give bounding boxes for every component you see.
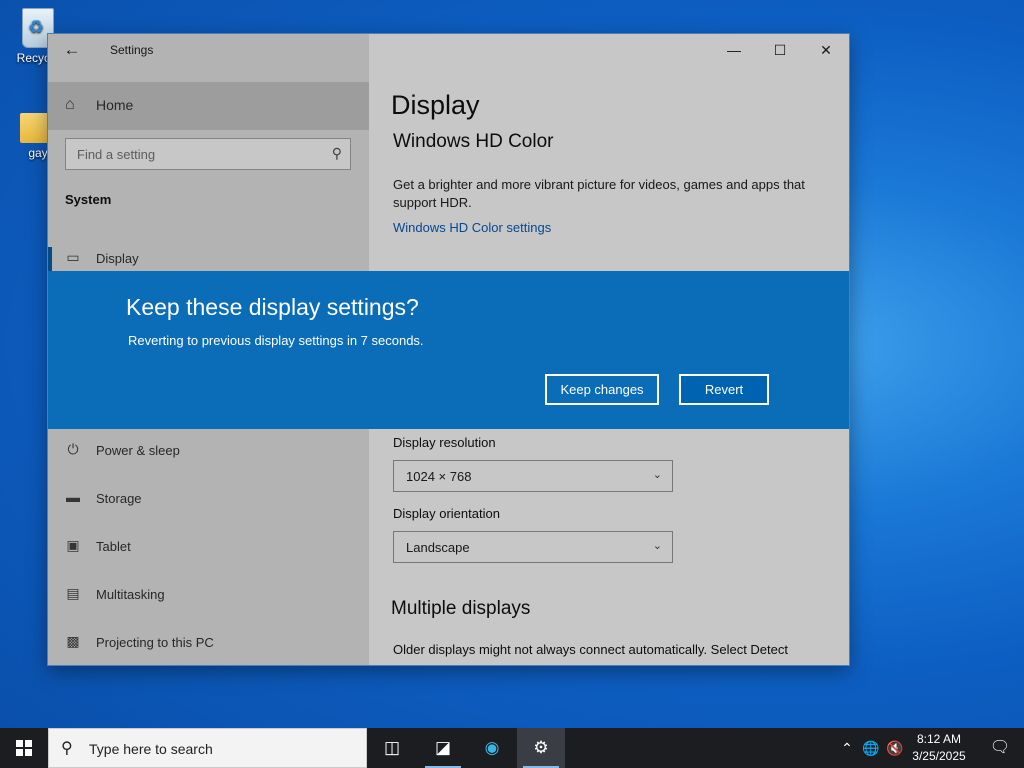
system-clock[interactable]: 8:12 AM 3/25/2025 — [904, 731, 974, 765]
taskbar: ⚲ Type here to search ◫ ◪ ◉ ⚙ ⌃ 🌐 🔇 8:12… — [0, 728, 1024, 768]
start-button[interactable] — [0, 728, 48, 768]
edge-browser-icon[interactable]: ◉ — [468, 728, 516, 768]
settings-gear-icon[interactable]: ⚙ — [517, 728, 565, 768]
keep-changes-button[interactable]: Keep changes — [545, 374, 659, 405]
dialog-message: Reverting to previous display settings i… — [128, 333, 424, 348]
search-icon: ⚲ — [61, 740, 73, 757]
clock-date: 3/25/2025 — [912, 749, 966, 763]
network-icon[interactable]: 🌐 — [860, 728, 882, 768]
task-view-icon[interactable]: ◫ — [368, 728, 416, 768]
show-hidden-icons-chevron-icon[interactable]: ⌃ — [836, 728, 858, 768]
dialog-title: Keep these display settings? — [126, 294, 419, 320]
windows-logo-icon — [16, 740, 32, 756]
clock-time: 8:12 AM — [916, 732, 962, 746]
revert-button[interactable]: Revert — [679, 374, 769, 405]
notification-center-icon[interactable]: 🗨 — [976, 728, 1024, 768]
taskbar-search-box[interactable]: ⚲ Type here to search — [48, 728, 367, 768]
volume-muted-icon[interactable]: 🔇 — [884, 728, 906, 768]
keep-display-settings-dialog: Keep these display settings? Reverting t… — [48, 271, 849, 429]
file-explorer-icon[interactable]: ◪ — [419, 728, 467, 768]
taskbar-search-placeholder: Type here to search — [89, 741, 213, 757]
